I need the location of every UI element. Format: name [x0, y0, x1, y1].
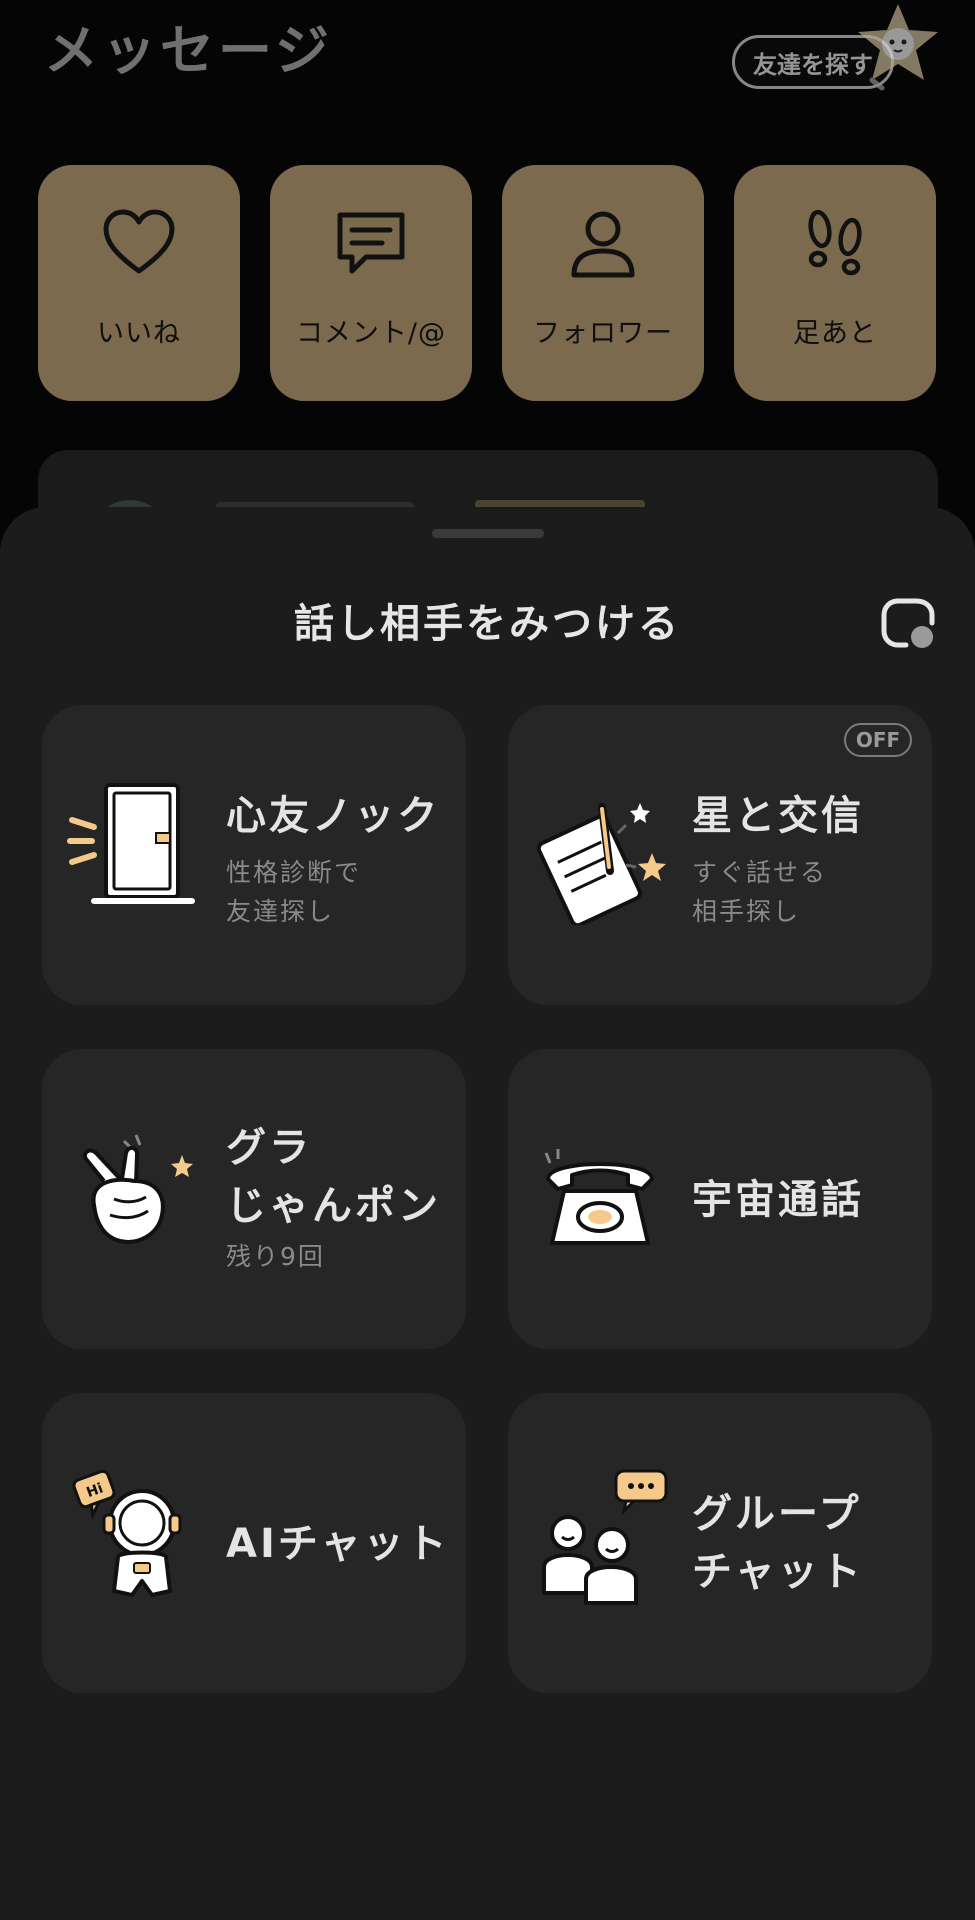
- door-icon: [67, 783, 195, 904]
- star-mascot-icon: [858, 4, 938, 91]
- followers-card[interactable]: フォロワー: [502, 165, 704, 401]
- feature-subtitle-line: 性格診断で: [226, 858, 362, 887]
- feature-title-line: グループ: [692, 1491, 862, 1537]
- sheet-title: 話し相手をみつける: [294, 601, 681, 647]
- knock-friend-card[interactable]: 心友ノック 性格診断で 友達探し: [42, 705, 466, 1005]
- star-communication-text: 星と交信 すぐ話せる 相手探し: [692, 787, 922, 931]
- group-chat-card[interactable]: グループ チャット: [508, 1393, 932, 1693]
- feature-subtitle: 性格診断で 友達探し: [226, 853, 456, 931]
- ai-chat-card[interactable]: Hi AIチャット: [42, 1393, 466, 1693]
- feature-subtitle-line: 友達探し: [226, 897, 335, 926]
- peace-hand-icon: [83, 1134, 193, 1244]
- feature-title-line: グラ: [226, 1125, 312, 1171]
- off-badge[interactable]: OFF: [844, 723, 912, 757]
- rock-paper-scissors-text: グラ じゃんポン 残り9回: [226, 1119, 456, 1276]
- feature-title: 宇宙通話: [692, 1177, 864, 1223]
- feature-subtitle-line: すぐ話せる: [692, 858, 828, 887]
- comments-label: コメント/@: [295, 318, 447, 349]
- comments-card[interactable]: コメント/@: [270, 165, 472, 401]
- footprints-icon: [808, 209, 862, 276]
- group-chat-text: グループ チャット: [692, 1485, 922, 1601]
- footprints-label: 足あと: [793, 318, 877, 349]
- page-title: メッセージ: [44, 19, 333, 82]
- rock-paper-scissors-card[interactable]: グラ じゃんポン 残り9回: [42, 1049, 466, 1349]
- find-partner-sheet: 話し相手をみつける 心友ノック 性格診断で 友達探し OFF 星と交信 すぐ話せ…: [0, 507, 975, 1920]
- feature-subtitle: すぐ話せる 相手探し: [692, 853, 922, 931]
- feature-title: グループ チャット: [692, 1485, 922, 1601]
- feature-title: 星と交信: [692, 793, 864, 839]
- space-call-card[interactable]: 宇宙通話: [508, 1049, 932, 1349]
- followers-label: フォロワー: [533, 318, 673, 349]
- comment-icon: [337, 212, 405, 274]
- feature-title: AIチャット: [226, 1521, 450, 1567]
- quick-actions: いいね コメント/@ フォロワー 足あと: [38, 165, 938, 401]
- sheet-drag-handle[interactable]: [432, 529, 544, 538]
- astronaut-icon: Hi: [72, 1469, 182, 1597]
- refresh-icon[interactable]: [880, 595, 936, 651]
- space-call-text: 宇宙通話: [692, 1171, 922, 1229]
- person-icon: [571, 211, 635, 278]
- group-chat-icon: [542, 1469, 668, 1605]
- feature-subtitle-line: 相手探し: [692, 897, 801, 926]
- heart-icon: [103, 209, 175, 274]
- messages-screen: メッセージ 友達を探す いいね コメント/@ フォロワー 足あと 話し相手をみつ…: [0, 0, 975, 1920]
- feature-title-line: チャット: [692, 1549, 864, 1595]
- feature-title: 心友ノック: [226, 793, 441, 839]
- star-communication-card[interactable]: OFF 星と交信 すぐ話せる 相手探し: [508, 705, 932, 1005]
- letter-star-icon: [536, 803, 666, 925]
- feature-title: グラ じゃんポン: [226, 1119, 456, 1235]
- likes-label: いいね: [97, 318, 181, 349]
- telephone-icon: [544, 1149, 654, 1245]
- likes-card[interactable]: いいね: [38, 165, 240, 401]
- feature-title-line: じゃんポン: [226, 1183, 441, 1229]
- ai-chat-text: AIチャット: [226, 1515, 456, 1573]
- remaining-count: 残り9回: [226, 1242, 325, 1271]
- knock-friend-text: 心友ノック 性格診断で 友達探し: [226, 787, 456, 931]
- footprints-card[interactable]: 足あと: [734, 165, 936, 401]
